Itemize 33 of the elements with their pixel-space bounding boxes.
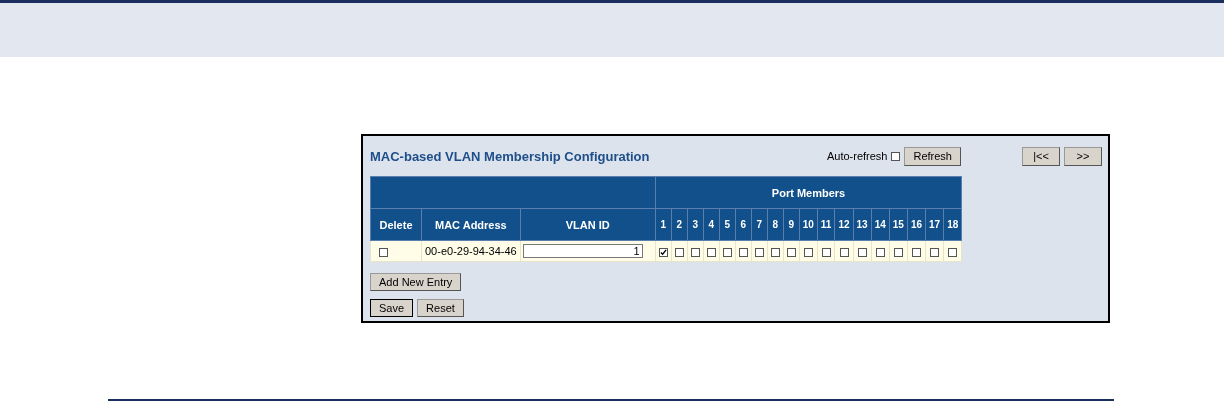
port-checkbox[interactable] [754,247,764,257]
header-cell: Port Members [655,176,962,209]
form-button[interactable]: Save [370,299,414,317]
delete-checkbox[interactable] [379,247,388,257]
auto-refresh-checkbox[interactable] [891,151,901,161]
refresh-button[interactable]: Refresh [904,146,961,166]
port-checkbox[interactable] [674,247,684,257]
add-entry-button[interactable]: Add New Entry [370,273,462,291]
port-checkbox[interactable] [738,247,748,257]
port-checkbox[interactable] [893,247,903,257]
port-checkbox[interactable] [912,247,921,257]
port-checkbox[interactable] [930,247,940,257]
port-checkbox[interactable] [690,247,700,257]
port-checkbox[interactable] [803,247,813,257]
port-checkbox[interactable] [722,247,732,257]
column-header: VLAN ID [520,208,656,241]
page-nav-button[interactable]: >> [1064,146,1102,166]
page-nav-button[interactable]: |<< [1022,146,1060,166]
port-checkbox[interactable] [706,247,716,257]
port-checkbox[interactable] [658,247,668,257]
form-button[interactable]: Reset [417,299,464,317]
auto-refresh-label: Auto-refresh [826,150,888,162]
panel-title: MAC-based VLAN Membership Configuration [370,148,650,164]
port-checkbox[interactable] [786,247,796,257]
vlan-id-input[interactable]: 1 [522,244,643,258]
port-checkbox[interactable] [770,247,780,257]
port-checkbox[interactable] [875,247,885,257]
port-checkbox[interactable] [857,247,867,257]
column-header: Delete [370,208,422,241]
port-checkbox[interactable] [839,247,849,257]
column-header: MAC Address [421,208,521,241]
port-checkbox[interactable] [948,247,958,257]
port-checkbox[interactable] [821,247,831,257]
